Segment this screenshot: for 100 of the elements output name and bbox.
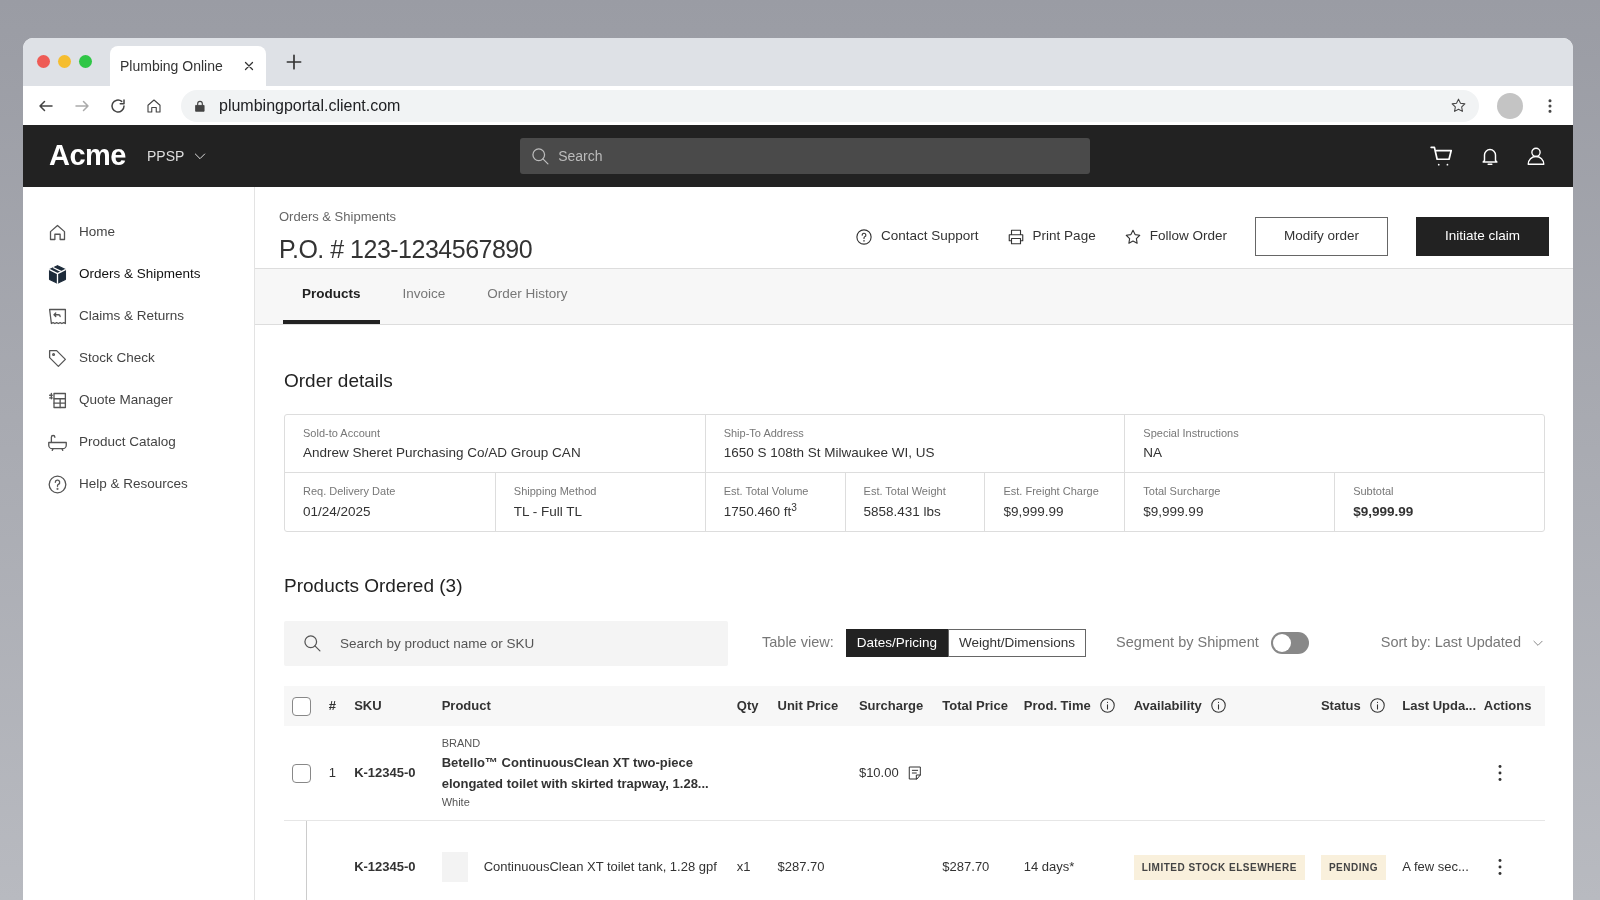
price-text: $287.70 [942, 859, 990, 875]
column-header: Actions [1483, 696, 1532, 715]
search-input[interactable]: Search [520, 138, 1091, 174]
column-header: SKU [354, 696, 382, 715]
initiate-button[interactable]: Initiate claim [1415, 217, 1549, 256]
sku-text: K-12345-0 [354, 765, 416, 780]
toggle-switch[interactable] [1270, 632, 1309, 654]
tag-icon [47, 347, 68, 369]
column-header: Product [441, 696, 491, 715]
field-label: Subtotal [1353, 484, 1395, 500]
help-icon [855, 227, 874, 246]
view-toggle[interactable]: Weight/Dimensions [948, 629, 1087, 657]
product-search-input[interactable]: Search by product name or SKU [284, 620, 728, 666]
segment-label: Segment by Shipment [1116, 633, 1259, 653]
column-header: Qty [736, 696, 759, 715]
field-value: TL - Full TL [513, 502, 584, 521]
field-label: Total Surcharge [1143, 484, 1222, 500]
info-icon[interactable] [1368, 697, 1386, 714]
user-icon[interactable] [1525, 145, 1547, 167]
more-options-icon[interactable] [1497, 859, 1502, 875]
column-header: Unit Price [777, 696, 839, 715]
action-link[interactable]: Contact Support [855, 226, 979, 247]
field-value: $9,999.99 [1353, 502, 1415, 521]
column-header: Availability [1133, 696, 1202, 715]
field-label: Special Instructions [1143, 425, 1240, 441]
note-icon[interactable] [906, 764, 923, 781]
box-icon [47, 263, 68, 285]
modify-button[interactable]: Modify order [1254, 217, 1388, 256]
section-title: Order details [284, 369, 394, 393]
sidebar-item[interactable]: Product Catalog [47, 421, 254, 463]
info-icon[interactable] [1209, 697, 1227, 714]
field-value: NA [1143, 444, 1164, 462]
close-dot[interactable] [37, 54, 50, 68]
action-link[interactable]: Print Page [1006, 226, 1096, 247]
field-label: Est. Total Volume [723, 484, 810, 500]
star-icon[interactable] [1450, 97, 1467, 114]
variant-label: White [441, 794, 471, 810]
sidebar-item[interactable]: Help & Resources [47, 463, 254, 505]
section-title: Products Ordered (3) [284, 574, 464, 598]
status-tag: PENDING [1320, 854, 1386, 880]
sidebar-item[interactable]: Quote Manager [47, 379, 254, 421]
sidebar-item[interactable]: Stock Check [47, 337, 254, 379]
logo[interactable]: Acme [49, 134, 126, 178]
breadcrumb[interactable]: Orders & Shipments [279, 207, 533, 227]
field-value: 1650 S 108th St Milwaukee WI, US [723, 444, 936, 462]
column-header: Prod. Time [1023, 696, 1091, 715]
tab[interactable]: Invoice [383, 269, 465, 324]
page-title: P.O. # 123-1234567890 [279, 233, 533, 265]
product-name[interactable]: ContinuousClean XT toilet tank, 1.28 gpf [483, 857, 717, 877]
prod-time-text: 14 days* [1023, 859, 1075, 875]
qty-text: x1 [736, 859, 751, 875]
field-value: Andrew Sheret Purchasing Co/AD Group CAN [303, 444, 582, 462]
column-header: # [328, 696, 336, 715]
sidebar-item[interactable]: Claims & Returns [47, 295, 254, 337]
column-header: Surcharge [858, 696, 924, 715]
tab[interactable]: Order History [468, 269, 587, 324]
column-header: Last Upda... [1402, 696, 1477, 715]
more-options-icon[interactable] [1497, 764, 1502, 781]
action-link[interactable]: Follow Order [1123, 226, 1227, 247]
field-label: Sold-to Account [303, 425, 382, 441]
field-value: 1750.460 ft$^{3}$ [723, 501, 798, 521]
org-dropdown[interactable]: PPSP [146, 144, 210, 168]
row-number: 1 [328, 765, 336, 780]
minimize-dot[interactable] [58, 54, 71, 68]
checkbox[interactable] [292, 696, 311, 716]
field-value: 5858.431 lbs [863, 502, 942, 521]
price-text: $287.70 [777, 859, 825, 875]
maximize-dot[interactable] [79, 54, 92, 68]
field-value: $9,999.99 [1143, 502, 1205, 521]
field-label: Est. Total Weight [863, 484, 947, 500]
brand-label: BRAND [441, 736, 482, 752]
column-header: Total Price [942, 696, 1008, 715]
reload-icon[interactable] [109, 96, 127, 115]
plus-icon[interactable] [284, 52, 304, 72]
printer-icon [1006, 227, 1025, 246]
field-label: Shipping Method [513, 484, 598, 500]
lock-icon [193, 98, 207, 113]
product-name[interactable]: Betello™ ContinuousClean XT two-piece elongated toilet with skirted trapway, 1.28... [441, 751, 729, 794]
sidebar-item[interactable]: Orders & Shipments [47, 253, 254, 295]
star-icon [1123, 227, 1142, 246]
column-header: Status [1320, 696, 1361, 715]
availability-tag: LIMITED STOCK ELSEWHERE [1133, 854, 1305, 880]
table-view-label: Table view: [762, 633, 834, 653]
sort-dropdown[interactable]: Sort by: Last Updated [1380, 632, 1545, 654]
cart-icon[interactable] [1429, 143, 1455, 169]
close-icon[interactable] [242, 59, 256, 73]
info-icon[interactable] [1098, 697, 1116, 714]
field-label: Est. Freight Charge [1003, 484, 1100, 500]
surcharge-text: $10.00 [858, 764, 899, 782]
sidebar-item[interactable]: Home [47, 211, 254, 253]
view-toggle[interactable]: Dates/Pricing [845, 629, 949, 657]
field-value: $9,999.99 [1003, 502, 1065, 521]
field-value: 01/24/2025 [303, 502, 372, 521]
tab[interactable]: Products [283, 269, 380, 324]
checkbox[interactable] [292, 763, 311, 783]
last-updated-text: A few sec... [1402, 859, 1469, 875]
help-icon [47, 473, 68, 495]
field-label: Ship-To Address [723, 425, 805, 441]
field-label: Req. Delivery Date [303, 484, 397, 500]
sku-text: K-12345-0 [354, 859, 416, 875]
